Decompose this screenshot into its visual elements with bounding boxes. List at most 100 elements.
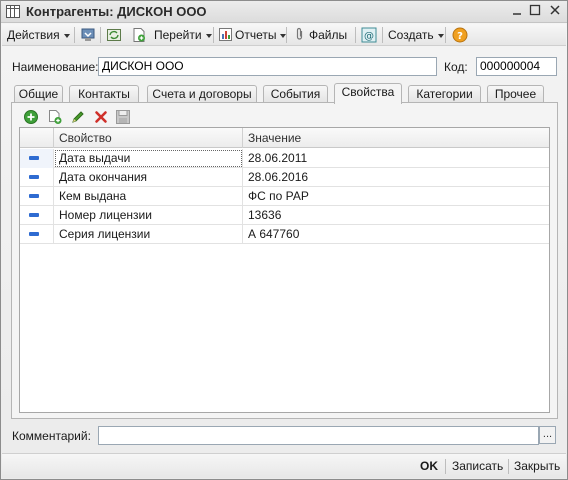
row-icon-cell: [20, 206, 54, 225]
close-button[interactable]: Закрыть: [514, 459, 560, 473]
tab-label: Свойства: [341, 85, 395, 99]
tab-label: События: [270, 87, 321, 101]
minimize-button[interactable]: [509, 4, 525, 19]
refresh-icon[interactable]: [106, 27, 122, 43]
save-button[interactable]: Записать: [452, 459, 503, 473]
save-to-list-icon[interactable]: [80, 27, 96, 43]
goto-menu-label: Перейти: [154, 28, 202, 42]
table-header: Свойство Значение: [20, 128, 549, 148]
create-menu[interactable]: Создать: [388, 26, 444, 44]
files-button[interactable]: Файлы: [295, 26, 347, 44]
column-header-icon: [20, 128, 54, 148]
help-label: ?: [457, 31, 463, 42]
tab-other[interactable]: Прочее: [487, 85, 544, 103]
properties-table[interactable]: Свойство Значение Дата выдачи 28.06.2011…: [19, 127, 550, 413]
help-button[interactable]: ?: [452, 27, 468, 43]
tab-general[interactable]: Общие: [14, 85, 63, 103]
tab-label: Счета и договоры: [152, 87, 252, 101]
email-icon[interactable]: @: [361, 27, 377, 43]
form-footer: OK Записать Закрыть: [2, 453, 566, 478]
properties-panel: Свойство Значение Дата выдачи 28.06.2011…: [11, 102, 558, 419]
help-icon: ?: [452, 27, 468, 43]
close-window-button[interactable]: [547, 4, 563, 19]
chevron-down-icon: [63, 33, 70, 38]
comment-select-button[interactable]: ...: [539, 426, 556, 444]
copy-add-icon[interactable]: [47, 109, 63, 125]
chevron-down-icon: [437, 33, 444, 38]
table-row[interactable]: Дата выдачи 28.06.2011: [20, 149, 549, 168]
window: Контрагенты: ДИСКОН ООО Действия Перейти…: [0, 0, 568, 480]
column-header-property[interactable]: Свойство: [54, 128, 243, 148]
value-cell[interactable]: 28.06.2016: [243, 168, 549, 187]
close-icon: [550, 5, 560, 15]
save-icon[interactable]: [115, 109, 131, 125]
toolbar-separator: [213, 27, 214, 43]
toolbar-separator: [286, 27, 287, 43]
table-icon: [6, 5, 20, 18]
property-cell[interactable]: Кем выдана: [54, 187, 243, 206]
footer-separator: [508, 459, 509, 474]
row-icon-cell: [20, 225, 54, 244]
actions-menu[interactable]: Действия: [7, 26, 70, 44]
maximize-button[interactable]: [527, 4, 543, 19]
tab-properties[interactable]: Свойства: [334, 83, 402, 104]
chevron-down-icon: [205, 33, 212, 38]
row-icon-cell: [20, 187, 54, 206]
comment-label: Комментарий:: [12, 429, 91, 443]
value-cell[interactable]: 28.06.2011: [243, 149, 549, 168]
property-icon: [29, 213, 39, 217]
property-cell[interactable]: Дата выдачи: [54, 149, 243, 168]
row-icon-cell: [20, 149, 54, 168]
tab-label: Прочее: [494, 87, 537, 101]
toolbar-separator: [355, 27, 356, 43]
code-field[interactable]: 000000004: [476, 57, 557, 76]
value-cell[interactable]: А 647760: [243, 225, 549, 244]
ok-button[interactable]: OK: [420, 459, 438, 473]
new-document-icon[interactable]: [131, 27, 147, 43]
tab-accounts-contracts[interactable]: Счета и договоры: [147, 85, 257, 103]
add-icon[interactable]: [23, 109, 39, 125]
table-row[interactable]: Серия лицензии А 647760: [20, 225, 549, 244]
property-icon: [29, 232, 39, 236]
table-row[interactable]: Номер лицензии 13636: [20, 206, 549, 225]
property-icon: [29, 175, 39, 179]
reports-menu-label: Отчеты: [235, 28, 277, 42]
paperclip-icon: [296, 27, 303, 40]
goto-menu[interactable]: Перейти: [154, 26, 212, 44]
toolbar-separator: [74, 27, 75, 43]
table-row[interactable]: Кем выдана ФС по РАР: [20, 187, 549, 206]
tab-contacts[interactable]: Контакты: [69, 85, 139, 103]
value-cell[interactable]: 13636: [243, 206, 549, 225]
property-cell[interactable]: Серия лицензии: [54, 225, 243, 244]
property-cell[interactable]: Номер лицензии: [54, 206, 243, 225]
toolbar-separator: [382, 27, 383, 43]
actions-menu-label: Действия: [7, 28, 60, 42]
svg-text:@: @: [364, 31, 374, 42]
comment-field[interactable]: [98, 426, 539, 445]
value-cell[interactable]: ФС по РАР: [243, 187, 549, 206]
create-menu-label: Создать: [388, 28, 434, 42]
report-icon: [219, 28, 232, 41]
property-icon: [29, 156, 39, 160]
tab-label: Категории: [416, 87, 473, 101]
tab-label: Контакты: [78, 87, 130, 101]
name-label: Наименование:: [12, 60, 99, 74]
delete-icon[interactable]: [93, 109, 109, 125]
toolbar: Действия Перейти Отчеты Файлы @ Создать …: [2, 24, 566, 46]
table-row[interactable]: Дата окончания 28.06.2016: [20, 168, 549, 187]
name-field[interactable]: ДИСКОН ООО: [98, 57, 437, 76]
row-icon-cell: [20, 168, 54, 187]
tab-events[interactable]: События: [263, 85, 328, 103]
property-icon: [29, 194, 39, 198]
edit-icon[interactable]: [70, 109, 86, 125]
tab-label: Общие: [18, 87, 59, 101]
property-cell[interactable]: Дата окончания: [54, 168, 243, 187]
reports-menu[interactable]: Отчеты: [219, 26, 287, 44]
tab-categories[interactable]: Категории: [408, 85, 481, 103]
column-header-value[interactable]: Значение: [243, 128, 549, 148]
toolbar-separator: [445, 27, 446, 43]
toolbar-separator: [100, 27, 101, 43]
window-title: Контрагенты: ДИСКОН ООО: [26, 4, 207, 19]
files-button-label: Файлы: [309, 28, 348, 42]
footer-separator: [445, 459, 446, 474]
